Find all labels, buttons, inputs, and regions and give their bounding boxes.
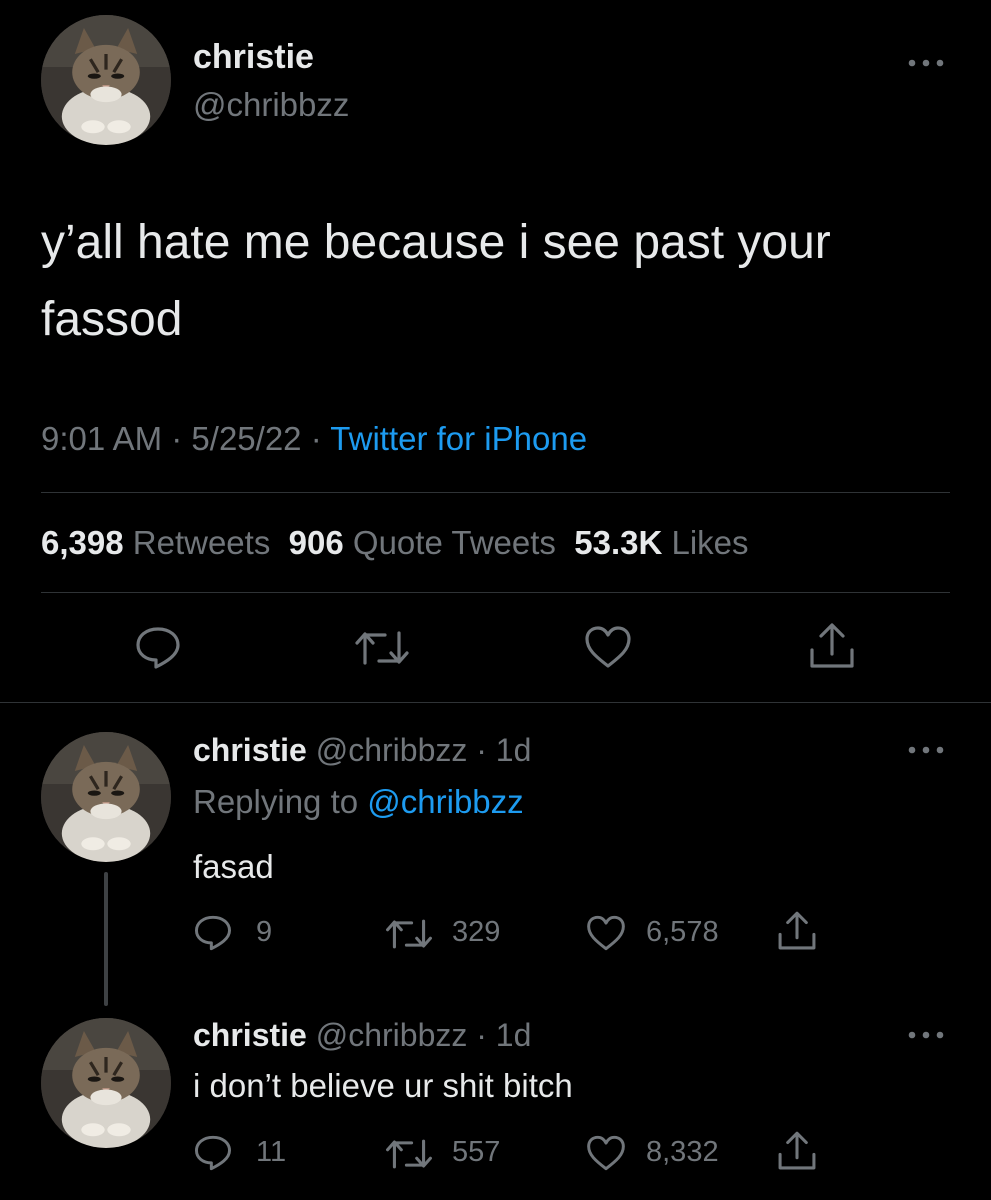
likes-count: 53.3K	[574, 524, 663, 561]
retweet-icon[interactable]	[385, 916, 433, 952]
retweet-count: 329	[452, 916, 501, 948]
like-icon[interactable]	[583, 624, 633, 670]
reply-header: christie @chribbzz · 1d	[193, 732, 531, 769]
avatar[interactable]	[41, 732, 171, 862]
replying-to-handle[interactable]: @chribbzz	[367, 783, 523, 820]
author-name[interactable]: christie	[193, 732, 307, 768]
tweet-age: · 1d	[476, 1017, 532, 1053]
replying-to-label: Replying to	[193, 783, 359, 820]
separator: ·	[310, 420, 322, 457]
retweets-label: Retweets	[132, 524, 271, 561]
reply-icon[interactable]	[193, 914, 233, 952]
tweet-stats: 6,398 Retweets 906 Quote Tweets 53.3K Li…	[41, 524, 749, 562]
reply-header: christie @chribbzz · 1d	[193, 1017, 531, 1054]
like-count: 6,578	[646, 916, 719, 948]
share-icon[interactable]	[775, 1129, 819, 1173]
tweet-time: 9:01 AM	[41, 420, 163, 457]
reply-text: i don’t believe ur shit bitch	[193, 1067, 573, 1104]
thread-line	[104, 872, 108, 1006]
reply-icon[interactable]	[193, 1134, 233, 1172]
author-handle[interactable]: @chribbzz	[316, 732, 468, 768]
retweet-icon[interactable]	[354, 627, 410, 669]
reply-count: 11	[256, 1136, 287, 1168]
divider	[41, 592, 950, 593]
tweet-metadata: 9:01 AM · 5/25/22 · Twitter for iPhone	[41, 420, 587, 458]
avatar[interactable]	[41, 15, 171, 145]
share-icon[interactable]	[806, 620, 858, 672]
reply-icon[interactable]	[134, 625, 182, 671]
retweets-count: 6,398	[41, 524, 124, 561]
reply-count: 9	[256, 916, 273, 948]
replying-to: Replying to @chribbzz	[193, 783, 524, 821]
quotes-label: Quote Tweets	[352, 524, 556, 561]
author-name[interactable]: christie	[193, 1017, 307, 1053]
like-count: 8,332	[646, 1136, 719, 1168]
retweet-icon[interactable]	[385, 1136, 433, 1172]
retweet-count: 557	[452, 1136, 501, 1168]
more-icon[interactable]	[906, 742, 946, 758]
author-handle[interactable]: @chribbzz	[316, 1017, 468, 1053]
like-icon[interactable]	[585, 1134, 627, 1172]
more-icon[interactable]	[906, 1027, 946, 1043]
author-name[interactable]: christie	[193, 38, 314, 77]
retweets-stat[interactable]: 6,398 Retweets	[41, 524, 270, 561]
avatar[interactable]	[41, 1018, 171, 1148]
tweet-text-line: y’all hate me because i see past your	[41, 216, 831, 269]
tweet-text-line: fassod	[41, 293, 183, 346]
like-icon[interactable]	[585, 914, 627, 952]
quote-tweets-stat[interactable]: 906 Quote Tweets	[289, 524, 556, 561]
tweet-date: 5/25/22	[191, 420, 302, 457]
likes-stat[interactable]: 53.3K Likes	[574, 524, 748, 561]
share-icon[interactable]	[775, 909, 819, 953]
tweet-source-link[interactable]: Twitter for iPhone	[330, 420, 587, 457]
author-handle[interactable]: @chribbzz	[193, 86, 349, 124]
divider	[0, 702, 991, 703]
more-icon[interactable]	[906, 55, 946, 71]
reply-text: fasad	[193, 848, 274, 885]
quotes-count: 906	[288, 524, 344, 561]
tweet-age: · 1d	[476, 732, 532, 768]
divider	[41, 492, 950, 493]
tweet-text: y’all hate me because i see past your fa…	[41, 204, 941, 358]
separator: ·	[171, 420, 183, 457]
likes-label: Likes	[671, 524, 749, 561]
